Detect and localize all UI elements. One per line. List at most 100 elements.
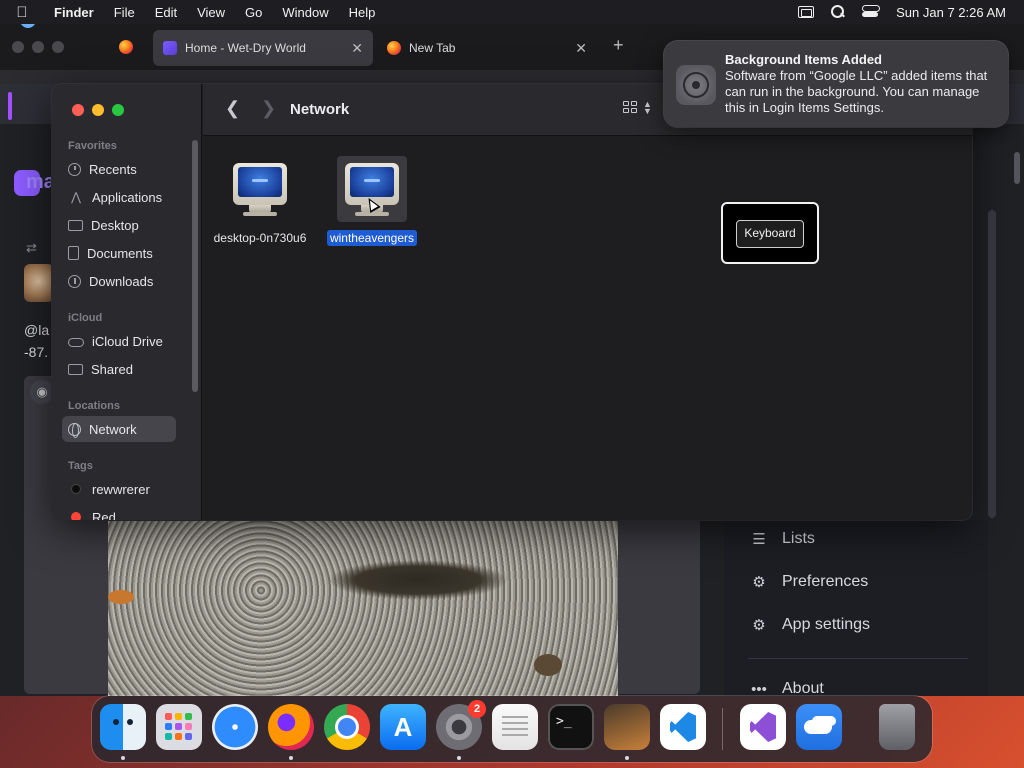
- side-item-label: App settings: [782, 616, 871, 633]
- tab-new-tab[interactable]: New Tab ✕: [377, 30, 597, 66]
- side-item-app-settings[interactable]: ⚙ App settings: [750, 616, 870, 634]
- window-title: Network: [290, 101, 350, 118]
- tab-label: New Tab: [409, 41, 456, 55]
- notification-body: Software from “Google LLC” added items t…: [725, 68, 988, 115]
- menu-app-name[interactable]: Finder: [44, 5, 104, 20]
- dock-textedit-icon[interactable]: [492, 704, 538, 750]
- sidebar-item-label: Network: [89, 421, 137, 437]
- menu-view[interactable]: View: [187, 5, 235, 20]
- firefox-view-icon[interactable]: [119, 40, 133, 54]
- dock-launchpad-icon[interactable]: [156, 704, 202, 750]
- zoom-window-button[interactable]: [112, 104, 124, 116]
- menu-file[interactable]: File: [104, 5, 145, 20]
- dock-vscode-icon[interactable]: [660, 704, 706, 750]
- dock-garageband-icon[interactable]: [604, 704, 650, 750]
- avatar[interactable]: [24, 264, 54, 302]
- forward-chevron-icon[interactable]: ❯: [261, 98, 276, 119]
- mastodon-logo-text[interactable]: ma: [26, 171, 55, 194]
- close-window-button[interactable]: [72, 104, 84, 116]
- dock-visual-studio-icon[interactable]: [740, 704, 786, 750]
- sidebar-heading-favorites: Favorites: [68, 140, 117, 152]
- photo-pebble: [534, 654, 562, 676]
- browser-scrollbar[interactable]: [988, 210, 996, 518]
- sidebar-item-tag-rewwrerer[interactable]: rewwrerer: [62, 476, 176, 502]
- dock-app-store-icon[interactable]: [380, 704, 426, 750]
- dock-weather-icon[interactable]: [796, 704, 842, 750]
- sidebar-item-icloud-drive[interactable]: iCloud Drive: [62, 328, 176, 354]
- sidebar-heading-tags: Tags: [68, 460, 93, 472]
- window-controls: [72, 104, 124, 116]
- minimize-window-button[interactable]: [92, 104, 104, 116]
- browser-minimize-dim[interactable]: [32, 41, 44, 53]
- computer-icon: [225, 156, 295, 222]
- tab-close-icon[interactable]: ✕: [351, 40, 363, 57]
- screen-mirroring-icon[interactable]: [798, 6, 815, 18]
- post-photo[interactable]: [108, 520, 618, 696]
- view-mode-button[interactable]: ▲ ▼: [623, 100, 652, 116]
- dock-chrome-icon[interactable]: [324, 704, 370, 750]
- dock: 2: [92, 696, 932, 762]
- sidebar-item-applications[interactable]: ⋀ Applications: [62, 184, 176, 210]
- menu-window[interactable]: Window: [272, 5, 338, 20]
- sidebar-scrollbar[interactable]: [192, 140, 198, 392]
- sidebar-item-label: Recents: [89, 161, 137, 177]
- side-item-lists[interactable]: ☰ Lists: [750, 530, 815, 548]
- dock-trash-icon[interactable]: [879, 704, 915, 750]
- sidebar-item-label: Documents: [87, 245, 153, 261]
- globe-icon: [68, 422, 81, 438]
- tab-label: Home - Wet-Dry World: [185, 41, 306, 55]
- tab-close-icon[interactable]: ✕: [575, 40, 587, 57]
- keyboard-key-label: Keyboard: [736, 220, 804, 248]
- desktop-icon: [68, 219, 83, 231]
- sidebar-accent-bar: [8, 92, 12, 120]
- sidebar-item-documents[interactable]: Documents: [62, 240, 176, 266]
- apple-menu-icon[interactable]: : [0, 4, 44, 21]
- ellipsis-icon: •••: [751, 680, 767, 698]
- side-item-label: Preferences: [782, 573, 869, 590]
- spotlight-search-icon[interactable]: [830, 5, 846, 19]
- sidebar-item-tag-red[interactable]: Red: [62, 504, 176, 520]
- sidebar-item-downloads[interactable]: Downloads: [62, 268, 176, 294]
- control-center-icon[interactable]: [862, 5, 881, 19]
- post-handle[interactable]: @la: [24, 322, 49, 338]
- icon-grid-icon: [623, 101, 639, 115]
- side-item-label: Lists: [782, 530, 815, 547]
- menu-clock[interactable]: Sun Jan 7 2:26 AM: [896, 5, 1006, 20]
- menu-help[interactable]: Help: [339, 5, 386, 20]
- sidebar-item-shared[interactable]: Shared: [62, 356, 176, 382]
- browser-zoom-dim[interactable]: [52, 41, 64, 53]
- clock-icon: [68, 162, 81, 176]
- back-chevron-icon[interactable]: ❮: [225, 98, 240, 119]
- menu-bar:  Finder File Edit View Go Window Help S…: [0, 0, 1024, 24]
- sidebar-item-recents[interactable]: Recents: [62, 156, 176, 182]
- dock-finder-icon[interactable]: [100, 704, 146, 750]
- running-indicator: [625, 756, 629, 760]
- running-indicator: [457, 756, 461, 760]
- dock-firefox-icon[interactable]: [268, 704, 314, 750]
- gear-icon: ⚙: [752, 574, 766, 591]
- side-item-preferences[interactable]: ⚙ Preferences: [750, 573, 868, 591]
- photo-leaf: [108, 590, 134, 604]
- file-label: wintheavengers: [326, 230, 418, 246]
- sidebar-item-label: Downloads: [89, 273, 154, 289]
- gears-icon: ⚙: [752, 617, 766, 634]
- browser-close-dim[interactable]: [12, 41, 24, 53]
- notification-banner[interactable]: Background Items Added Software from “Go…: [664, 41, 1008, 127]
- tab-wet-dry-world[interactable]: Home - Wet-Dry World ✕: [153, 30, 373, 66]
- network-computer-item[interactable]: desktop-0n730u6: [205, 156, 315, 246]
- hide-media-icon[interactable]: ◉: [30, 380, 54, 404]
- menu-edit[interactable]: Edit: [145, 5, 187, 20]
- dock-safari-icon[interactable]: [212, 704, 258, 750]
- sidebar-item-label: iCloud Drive: [92, 333, 163, 349]
- sidebar-heading-locations: Locations: [68, 400, 120, 412]
- notification-title: Background Items Added: [725, 52, 882, 67]
- dock-terminal-icon[interactable]: [548, 704, 594, 750]
- sidebar-item-network[interactable]: Network: [62, 416, 176, 442]
- page-scrollbar[interactable]: [1014, 152, 1020, 184]
- finder-content: ❮ ❯ Network ▲ ▼ desktop-0n730u6 wintheav…: [203, 84, 972, 520]
- tag-dot-icon: [71, 512, 81, 520]
- menu-go[interactable]: Go: [235, 5, 272, 20]
- new-tab-plus-icon[interactable]: +: [613, 35, 624, 56]
- side-divider: [748, 658, 968, 659]
- sidebar-item-desktop[interactable]: Desktop: [62, 212, 176, 238]
